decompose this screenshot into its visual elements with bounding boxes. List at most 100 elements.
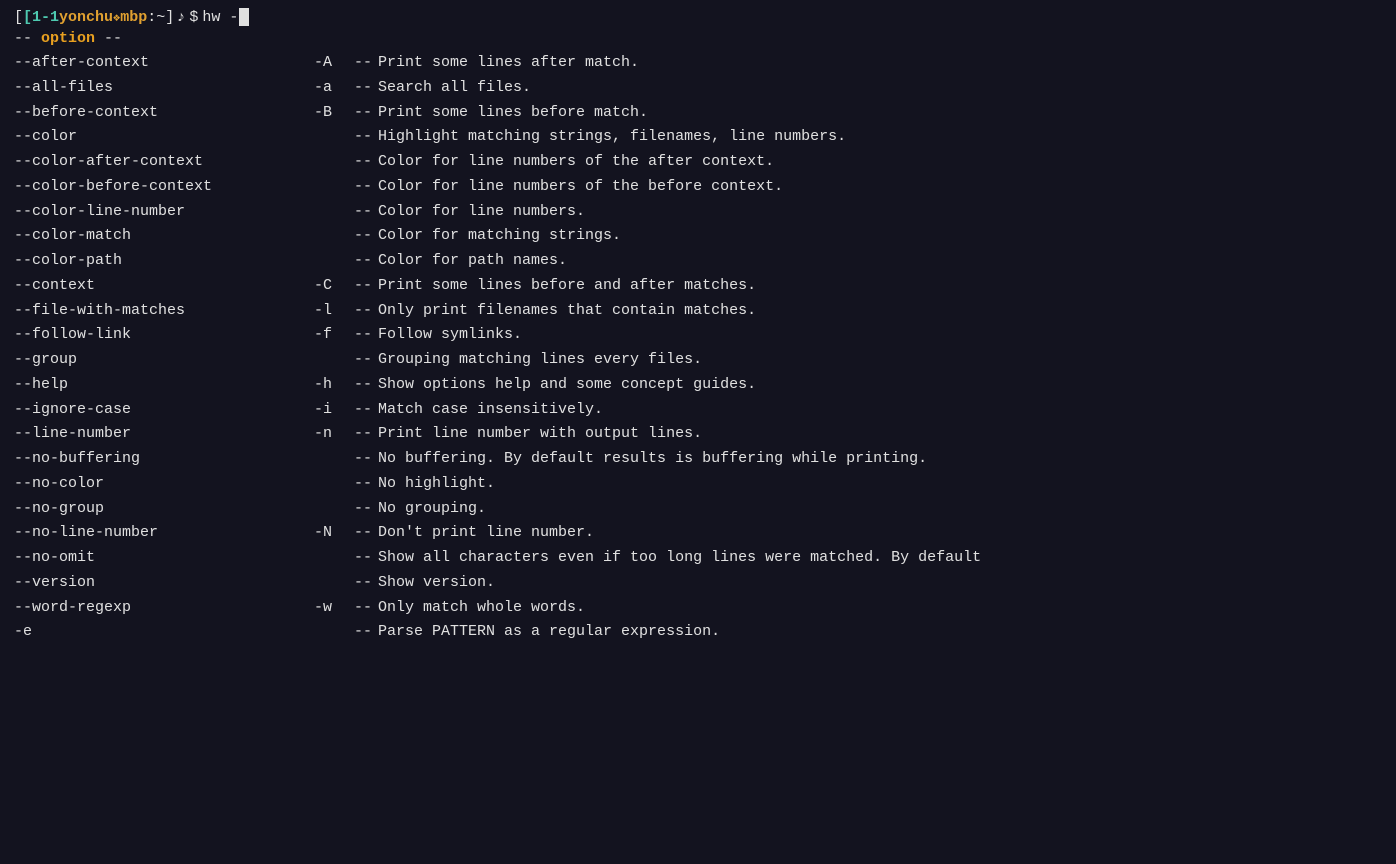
option-separator: -- <box>354 150 372 175</box>
session-number: [1-1 <box>23 9 59 26</box>
option-row: --word-regexp-w--Only match whole words. <box>14 596 1382 621</box>
option-separator: -- <box>354 398 372 423</box>
option-description: Color for matching strings. <box>378 224 1382 249</box>
option-long: --word-regexp <box>14 596 314 621</box>
section-header: -- option -- <box>14 30 1382 47</box>
option-row: --follow-link-f--Follow symlinks. <box>14 323 1382 348</box>
option-row: --color-after-context --Color for line nu… <box>14 150 1382 175</box>
option-row: -e--Parse PATTERN as a regular expressio… <box>14 620 1382 645</box>
option-row: --line-number-n--Print line number with … <box>14 422 1382 447</box>
option-separator: -- <box>354 571 372 596</box>
option-description: Don't print line number. <box>378 521 1382 546</box>
option-long: --color-match <box>14 224 314 249</box>
option-description: Print some lines before match. <box>378 101 1382 126</box>
option-long: --no-omit <box>14 546 314 571</box>
option-long: -e <box>14 620 314 645</box>
option-row: --color-match --Color for matching string… <box>14 224 1382 249</box>
option-long: --context <box>14 274 314 299</box>
option-description: No buffering. By default results is buff… <box>378 447 1382 472</box>
option-long: --no-group <box>14 497 314 522</box>
dollar-sign: $ <box>189 9 198 26</box>
option-description: Show all characters even if too long lin… <box>378 546 1382 571</box>
option-row: --no-group--No grouping. <box>14 497 1382 522</box>
option-short: -w <box>314 596 354 621</box>
option-separator: -- <box>354 125 372 150</box>
option-long: --color-line-number <box>14 200 314 225</box>
option-row: --group--Grouping matching lines every f… <box>14 348 1382 373</box>
terminal-window: [ [1-1 yonchu ❖ mbp :~] ♪ $ hw - -- opti… <box>0 0 1396 864</box>
prompt-line: [ [1-1 yonchu ❖ mbp :~] ♪ $ hw - <box>14 8 1382 26</box>
option-description: Only match whole words. <box>378 596 1382 621</box>
header-dash-left: -- <box>14 30 41 47</box>
option-row: --color-before-context --Color for line n… <box>14 175 1382 200</box>
hostname: mbp <box>120 9 147 26</box>
option-row: --ignore-case-i--Match case insensitivel… <box>14 398 1382 423</box>
option-description: Follow symlinks. <box>378 323 1382 348</box>
option-long: --no-buffering <box>14 447 314 472</box>
option-separator: -- <box>354 249 372 274</box>
option-separator: -- <box>354 348 372 373</box>
option-short: -N <box>314 521 354 546</box>
option-short: -a <box>314 76 354 101</box>
option-row: --file-with-matches-l--Only print filena… <box>14 299 1382 324</box>
music-icon: ♪ <box>176 9 185 26</box>
option-long: --ignore-case <box>14 398 314 423</box>
option-description: Color for line numbers of the before con… <box>378 175 1382 200</box>
path: :~] <box>147 9 174 26</box>
option-separator: -- <box>354 422 372 447</box>
option-separator: -- <box>354 546 372 571</box>
option-long: --no-line-number <box>14 521 314 546</box>
option-description: Parse PATTERN as a regular expression. <box>378 620 1382 645</box>
option-description: No highlight. <box>378 472 1382 497</box>
option-row: --help-h--Show options help and some con… <box>14 373 1382 398</box>
option-separator: -- <box>354 101 372 126</box>
option-description: Show version. <box>378 571 1382 596</box>
bracket-open: [ <box>14 9 23 26</box>
option-long: --no-color <box>14 472 314 497</box>
option-description: Print some lines after match. <box>378 51 1382 76</box>
option-long: --line-number <box>14 422 314 447</box>
option-long: --help <box>14 373 314 398</box>
option-separator: -- <box>354 373 372 398</box>
option-separator: -- <box>354 51 372 76</box>
option-description: Color for path names. <box>378 249 1382 274</box>
option-separator: -- <box>354 323 372 348</box>
option-description: No grouping. <box>378 497 1382 522</box>
option-long: --color <box>14 125 314 150</box>
diamond-icon: ❖ <box>113 10 120 25</box>
option-description: Match case insensitively. <box>378 398 1382 423</box>
option-separator: -- <box>354 596 372 621</box>
command-text: hw - <box>202 9 238 26</box>
option-row: --context-C--Print some lines before and… <box>14 274 1382 299</box>
option-short: -A <box>314 51 354 76</box>
option-short: -B <box>314 101 354 126</box>
option-long: --after-context <box>14 51 314 76</box>
option-short: -h <box>314 373 354 398</box>
option-short: -C <box>314 274 354 299</box>
option-row: --no-omit --Show all characters even if t… <box>14 546 1382 571</box>
option-description: Only print filenames that contain matche… <box>378 299 1382 324</box>
header-dash-right: -- <box>95 30 122 47</box>
option-long: --version <box>14 571 314 596</box>
option-separator: -- <box>354 521 372 546</box>
option-separator: -- <box>354 472 372 497</box>
option-description: Search all files. <box>378 76 1382 101</box>
option-description: Color for line numbers of the after cont… <box>378 150 1382 175</box>
option-separator: -- <box>354 274 372 299</box>
option-short: -i <box>314 398 354 423</box>
option-long: --color-before-context <box>14 175 314 200</box>
option-long: --follow-link <box>14 323 314 348</box>
option-long: --group <box>14 348 314 373</box>
option-row: --no-color --No highlight. <box>14 472 1382 497</box>
option-short: -n <box>314 422 354 447</box>
option-row: --version --Show version. <box>14 571 1382 596</box>
option-row: --color --Highlight matching strings, fil… <box>14 125 1382 150</box>
option-separator: -- <box>354 224 372 249</box>
option-separator: -- <box>354 299 372 324</box>
option-description: Color for line numbers. <box>378 200 1382 225</box>
option-short: -f <box>314 323 354 348</box>
option-description: Highlight matching strings, filenames, l… <box>378 125 1382 150</box>
option-long: --color-after-context <box>14 150 314 175</box>
option-separator: -- <box>354 447 372 472</box>
option-separator: -- <box>354 175 372 200</box>
